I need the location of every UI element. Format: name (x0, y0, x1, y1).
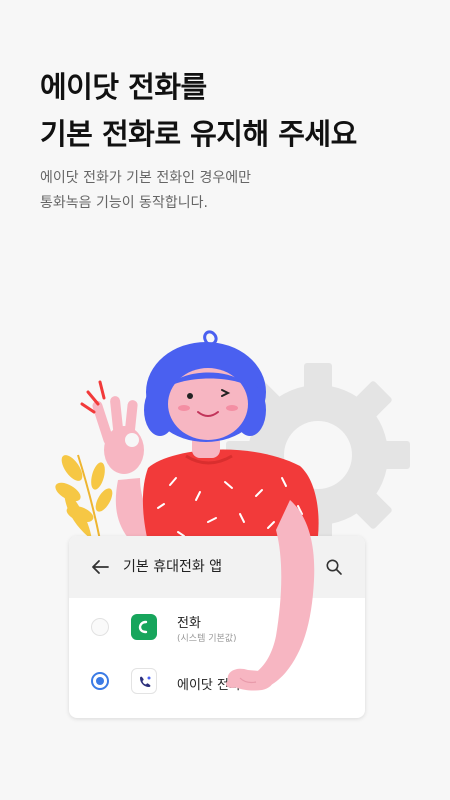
leaf-decoration (55, 454, 113, 541)
default-phone-app-dialog: 기본 휴대전화 앱 전화 (시스템 기본값) 에이닷 전화 (69, 536, 365, 718)
headline: 에이닷 전화를 기본 전화로 유지해 주세요 (40, 64, 357, 158)
adot-phone-app-icon (131, 668, 157, 694)
headline-line-2: 기본 전화로 유지해 주세요 (40, 117, 357, 151)
dialog-title: 기본 휴대전화 앱 (123, 559, 223, 575)
dialog-header: 기본 휴대전화 앱 (69, 536, 365, 598)
red-shirt (142, 449, 319, 550)
search-icon[interactable] (325, 558, 343, 576)
headline-line-1: 에이닷 전화를 (40, 70, 207, 104)
option-phone[interactable]: 전화 (시스템 기본값) (69, 600, 365, 656)
option-adot-phone[interactable]: 에이닷 전화 (69, 654, 365, 710)
phone-app-icon (131, 614, 157, 640)
radio-button-selected[interactable] (91, 672, 109, 690)
back-arrow-icon[interactable] (89, 556, 111, 578)
description: 에이닷 전화가 기본 전화인 경우에만 통화녹음 기능이 동작합니다. (40, 166, 251, 216)
description-line-1: 에이닷 전화가 기본 전화인 경우에만 (40, 170, 251, 186)
option-name: 전화 (177, 616, 201, 631)
radio-button-unselected[interactable] (91, 618, 109, 636)
description-line-2: 통화녹음 기능이 동작합니다. (40, 195, 208, 211)
option-note: (시스템 기본값) (177, 634, 237, 644)
option-name: 에이닷 전화 (177, 678, 241, 693)
